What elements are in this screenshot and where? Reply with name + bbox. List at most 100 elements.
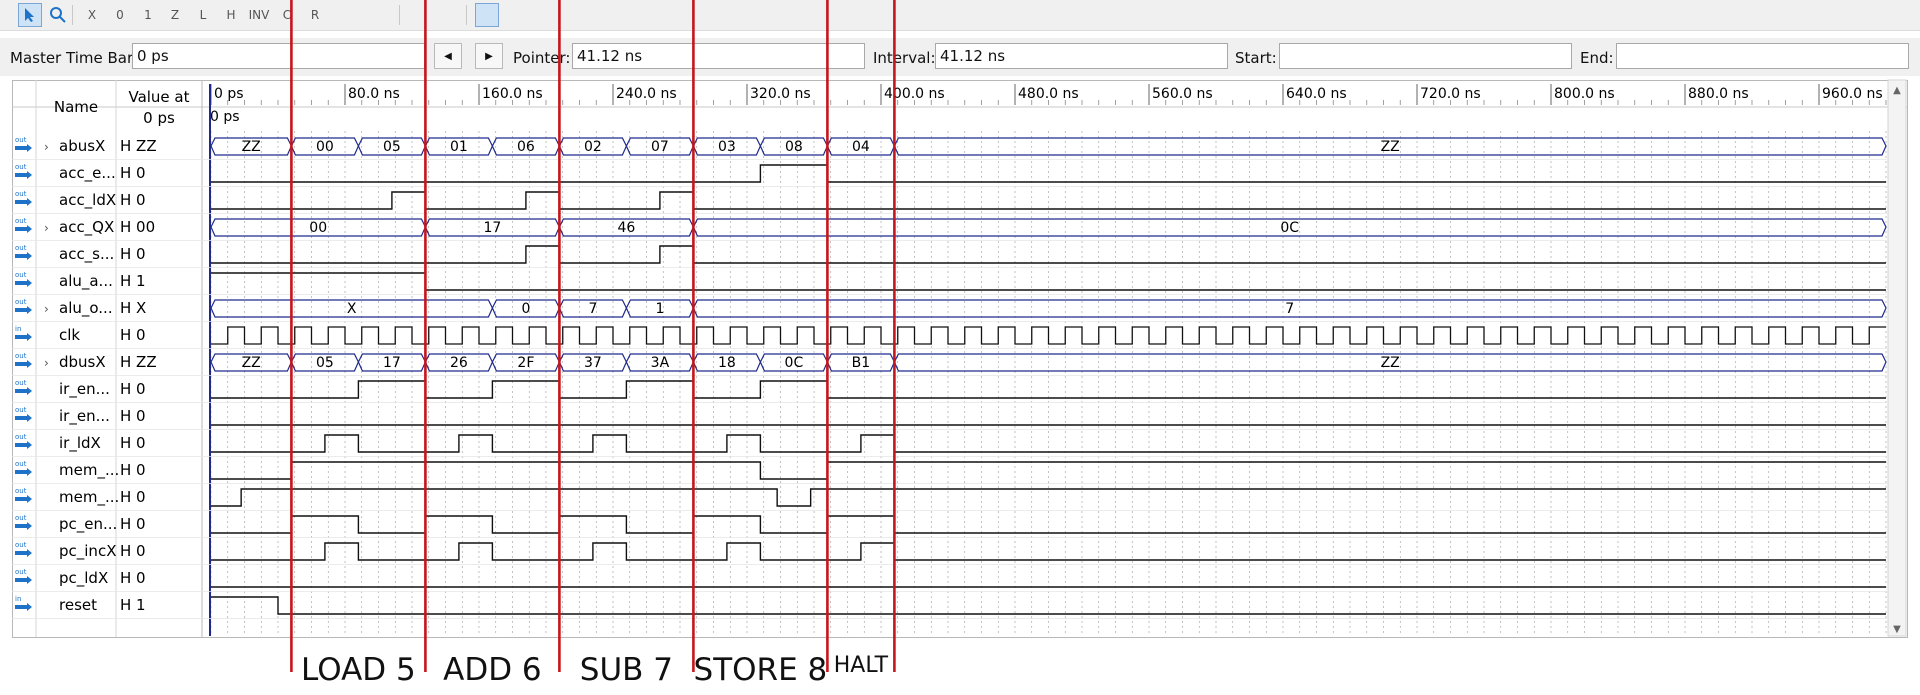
signal-value: H 0	[120, 542, 146, 560]
expand-chevron-icon[interactable]: ›	[44, 140, 49, 154]
output-pin-icon: out	[15, 271, 32, 287]
svg-text:out: out	[15, 352, 27, 360]
bus-value-label: B1	[852, 355, 871, 371]
bus-value-label: ZZ	[242, 139, 261, 155]
svg-text:out: out	[15, 379, 27, 387]
signal-row[interactable]: out pc_en... H 0	[12, 514, 1887, 538]
output-pin-icon: out	[15, 298, 32, 314]
time-tick-label: 160.0 ns	[482, 86, 543, 102]
bus-value-label: 26	[450, 355, 468, 371]
output-pin-icon: out	[15, 514, 32, 530]
bus-value-label: 03	[718, 139, 736, 155]
svg-text:out: out	[15, 190, 27, 198]
input-pin-icon: in	[15, 325, 32, 341]
signal-row[interactable]: out mem_... H 0	[12, 460, 1887, 484]
signal-row[interactable]: out alu_a... H 1	[12, 271, 1887, 295]
signal-value: H 0	[120, 245, 146, 263]
bus-value-label: 00	[316, 139, 334, 155]
signal-row[interactable]: out acc_ldX H 0	[12, 190, 1887, 214]
signal-row[interactable]: in clk H 0	[12, 325, 1887, 349]
bus-value-label: 0C	[785, 355, 804, 371]
bus-value-label: 01	[450, 139, 468, 155]
signal-row[interactable]: out › acc_QX H 00 00 17 46 0C	[12, 217, 1887, 241]
signal-value: H 0	[120, 380, 146, 398]
signal-name: acc_e...	[59, 164, 116, 183]
signal-row[interactable]: out mem_... H 0	[12, 487, 1887, 511]
value-column-header: Value at	[128, 88, 189, 106]
signal-value: H 0	[120, 164, 146, 182]
signal-name: pc_ldX	[59, 569, 108, 588]
signal-row[interactable]: out acc_e... H 0	[12, 163, 1887, 187]
bus-value-label: 06	[517, 139, 535, 155]
cursor-time-label: 0 ps	[210, 109, 240, 125]
svg-text:out: out	[15, 271, 27, 279]
signal-name: mem_...	[59, 488, 119, 507]
scroll-up-icon[interactable]: ▲	[1893, 85, 1901, 96]
expand-chevron-icon[interactable]: ›	[44, 302, 49, 316]
output-pin-icon: out	[15, 487, 32, 503]
signal-row[interactable]: out ir_en... H 0	[12, 379, 1887, 403]
signal-value: H 1	[120, 596, 146, 614]
expand-chevron-icon[interactable]: ›	[44, 221, 49, 235]
signal-row[interactable]: in reset H 1	[12, 595, 1887, 619]
bus-value-label: 1	[655, 301, 664, 317]
bus-value-label: 0C	[1280, 220, 1299, 236]
bus-value-label: 0	[521, 301, 530, 317]
signal-name: pc_incX	[59, 542, 116, 561]
signal-value: H 0	[120, 515, 146, 533]
output-pin-icon: out	[15, 406, 32, 422]
output-pin-icon: out	[15, 244, 32, 260]
wire-waveform	[211, 380, 1886, 399]
time-tick-label: 240.0 ns	[616, 86, 677, 102]
svg-text:out: out	[15, 217, 27, 225]
svg-text:out: out	[15, 460, 27, 468]
signal-row[interactable]: out ir_ldX H 0	[12, 433, 1887, 457]
signal-row[interactable]: out acc_s... H 0	[12, 244, 1887, 268]
time-tick-label: 640.0 ns	[1286, 86, 1347, 102]
wire-waveform	[211, 245, 1886, 264]
bus-value-label: 17	[483, 220, 501, 236]
output-pin-icon: out	[15, 352, 32, 368]
signal-row[interactable]: out pc_ldX H 0	[12, 568, 1887, 592]
scroll-down-icon[interactable]: ▼	[1893, 624, 1901, 635]
signal-name: alu_o...	[59, 299, 113, 318]
bus-value-label: ZZ	[242, 355, 261, 371]
time-tick-label: 720.0 ns	[1420, 86, 1481, 102]
svg-text:out: out	[15, 163, 27, 171]
input-pin-icon: in	[15, 595, 32, 611]
signal-row[interactable]: out pc_incX H 0	[12, 541, 1887, 565]
expand-chevron-icon[interactable]: ›	[44, 356, 49, 370]
bus-value-label: ZZ	[1381, 355, 1400, 371]
output-pin-icon: out	[15, 541, 32, 557]
value-column-time: 0 ps	[143, 109, 175, 127]
bus-value-label: 18	[718, 355, 736, 371]
time-tick-label: 320.0 ns	[750, 86, 811, 102]
signal-row[interactable]: out › alu_o... H X X 0 7 1 7	[12, 298, 1887, 322]
instruction-label: ADD 6	[443, 652, 542, 688]
svg-text:out: out	[15, 298, 27, 306]
signal-rows: out › abusX H ZZ ZZ 00 05 01 06 02 07 03 08 04 ZZout ac…	[12, 136, 1887, 619]
time-tick-label: 800.0 ns	[1554, 86, 1615, 102]
output-pin-icon: out	[15, 460, 32, 476]
signal-row[interactable]: out ir_en... H 0	[12, 406, 1887, 430]
instruction-label: STORE 8	[694, 652, 828, 688]
bus-value-label: 7	[1285, 301, 1294, 317]
vertical-scrollbar[interactable]: ▲ ▼	[1887, 79, 1907, 637]
bus-value-label: X	[347, 301, 357, 317]
signal-name: pc_en...	[59, 515, 117, 534]
time-tick-label: 880.0 ns	[1688, 86, 1749, 102]
signal-row[interactable]: out › abusX H ZZ ZZ 00 05 01 06 02 07 03 08 04 ZZ	[12, 136, 1887, 160]
signal-name: acc_s...	[59, 245, 114, 264]
signal-value: H 0	[120, 434, 146, 452]
bus-value-label: 37	[584, 355, 602, 371]
bus-value-label: 46	[617, 220, 635, 236]
bus-value-label: ZZ	[1381, 139, 1400, 155]
signal-row[interactable]: out › dbusX H ZZ ZZ 05 17 26 2F 37 3A 18 0C B1 ZZ	[12, 352, 1887, 376]
bus-value-label: 07	[651, 139, 669, 155]
signal-value: H 0	[120, 461, 146, 479]
svg-text:in: in	[15, 325, 21, 333]
signal-value: H ZZ	[120, 137, 157, 155]
table-header: Name Value at 0 ps 0 ps	[12, 80, 1907, 637]
name-column-header: Name	[54, 98, 98, 116]
bus-value-label: 05	[316, 355, 334, 371]
